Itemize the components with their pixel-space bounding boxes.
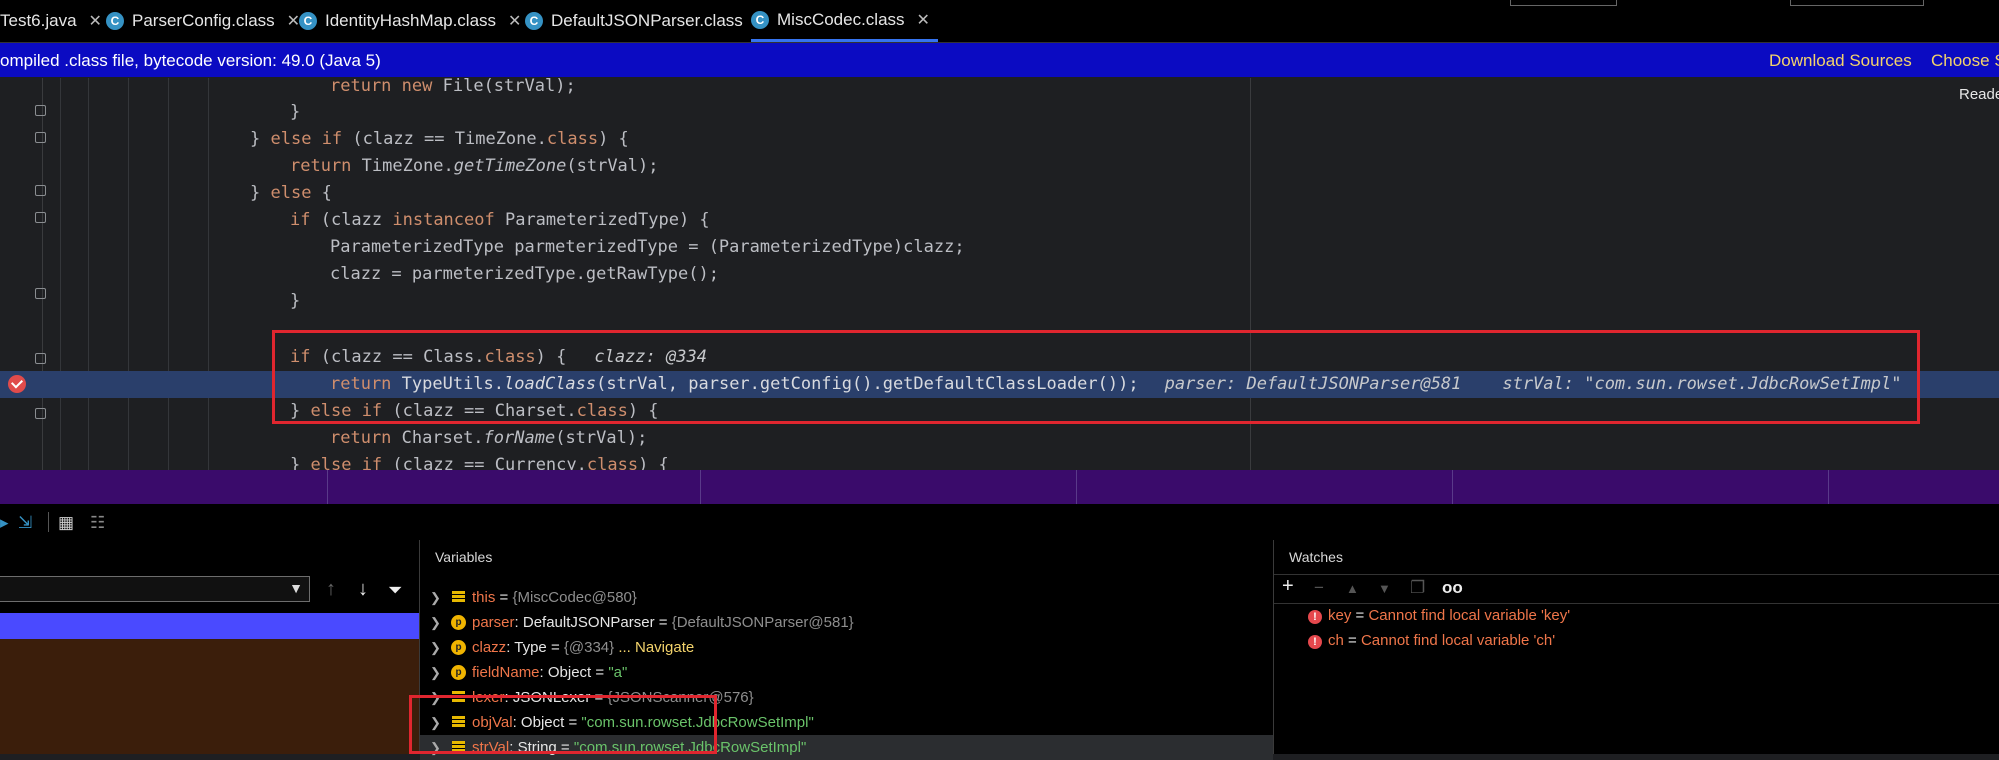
variable-row[interactable]: ❯ p parser: DefaultJSONParser = {Default… [420, 610, 1273, 635]
settings-list-icon[interactable]: ☷ [90, 513, 105, 533]
code-line: if (clazz instanceof ParameterizedType) … [290, 210, 710, 230]
move-up-icon[interactable]: ▲ [1346, 581, 1359, 596]
fold-marker-icon[interactable] [35, 288, 46, 299]
thread-selector[interactable]: ▼ [0, 576, 310, 602]
tab-parserconfig-class[interactable]: C ParserConfig.class ✕ [106, 0, 300, 42]
fold-marker-icon[interactable] [35, 105, 46, 116]
chevron-right-icon[interactable]: ❯ [430, 660, 441, 685]
filter-icon[interactable]: ⏷ [388, 580, 402, 601]
indent-guide [128, 78, 129, 470]
fold-marker-icon[interactable] [35, 408, 46, 419]
debug-toolbar: ▸ ⇲ ▦ ☷ [0, 504, 1999, 540]
variables-panel: Variables ❯ this = {MiscCodec@580} ❯ p p… [409, 540, 1274, 760]
code-line: clazz = parmeterizedType.getRawType(); [330, 264, 719, 284]
code-editor[interactable]: Reade return new File(strVal); } } else … [0, 78, 1999, 470]
fold-marker-icon[interactable] [35, 185, 46, 196]
variables-title: Variables [435, 549, 493, 565]
parameter-icon: p [451, 615, 466, 630]
breakpoint-icon[interactable] [8, 375, 26, 393]
code-line: ParameterizedType parmeterizedType = (Pa… [330, 237, 965, 257]
fold-marker-icon[interactable] [35, 212, 46, 223]
watches-title: Watches [1289, 549, 1343, 565]
class-file-icon: C [106, 12, 124, 30]
indent-guide [88, 78, 89, 470]
indent-guide [208, 78, 209, 470]
watch-row[interactable]: ! ch = Cannot find local variable 'ch' [1308, 632, 1555, 649]
highlight-box [409, 695, 717, 754]
add-watch-icon[interactable]: + [1282, 575, 1294, 598]
editor-bottom-strip [0, 470, 1999, 504]
run-to-cursor-icon[interactable]: ⇲ [18, 513, 32, 533]
glasses-icon[interactable]: oo [1442, 578, 1463, 598]
navigate-link[interactable]: ... Navigate [614, 639, 694, 656]
editor-tab-bar: Test6.java ✕ C ParserConfig.class ✕ C Id… [0, 0, 1999, 43]
selected-frame-row[interactable] [0, 613, 419, 639]
indent-guide [168, 78, 169, 470]
tab-label: MiscCodec.class [777, 9, 905, 29]
fold-marker-icon[interactable] [35, 132, 46, 143]
tab-label: ParserConfig.class [132, 11, 275, 30]
chevron-right-icon[interactable]: ❯ [430, 635, 441, 660]
highlight-box [272, 330, 1920, 424]
class-file-icon: C [299, 12, 317, 30]
tab-label: Test6.java [0, 11, 77, 30]
toolbar-button-edge[interactable] [1510, 0, 1617, 6]
tab-defaultjsonparser-class[interactable]: C DefaultJSONParser.class ✕ [525, 0, 768, 42]
close-icon[interactable]: ✕ [917, 10, 930, 30]
parameter-icon: p [451, 640, 466, 655]
code-line: } else { [250, 183, 332, 203]
reader-mode-label[interactable]: Reade [1959, 86, 1999, 103]
arrow-down-icon[interactable]: ↓ [358, 578, 368, 601]
indent-guide [60, 78, 61, 470]
close-icon[interactable]: ✕ [508, 11, 521, 31]
variable-row[interactable]: ❯ this = {MiscCodec@580} [420, 585, 1273, 610]
watch-row[interactable]: ! key = Cannot find local variable 'key' [1308, 607, 1570, 624]
tab-misccodec-class[interactable]: C MiscCodec.class ✕ [751, 0, 938, 42]
toolbar-button-edge[interactable] [1790, 0, 1924, 6]
code-line: } else if (clazz == TimeZone.class) { [250, 129, 629, 149]
code-line: } [290, 102, 301, 122]
move-down-icon[interactable]: ▼ [1378, 581, 1391, 596]
arrow-up-icon[interactable]: ↑ [326, 578, 336, 601]
class-file-icon: C [525, 12, 543, 30]
choose-sources-link[interactable]: Choose S [1931, 51, 1999, 71]
download-sources-link[interactable]: Download Sources [1769, 51, 1912, 71]
frame-list[interactable] [0, 639, 419, 754]
code-line: } [290, 291, 301, 311]
error-icon: ! [1308, 610, 1322, 624]
fold-marker-icon[interactable] [35, 353, 46, 364]
field-icon [452, 591, 465, 603]
code-line: } else if (clazz == Currency.class) { [290, 455, 669, 470]
tab-label: IdentityHashMap.class [325, 11, 497, 30]
error-icon: ! [1308, 635, 1322, 649]
variable-row[interactable]: ❯ p fieldName: Object = "a" [420, 660, 1273, 685]
variable-row[interactable]: ❯ p clazz: Type = {@334} ... Navigate [420, 635, 1273, 660]
tab-test6-java[interactable]: Test6.java ✕ [0, 0, 102, 42]
watches-toolbar: + − ▲ ▼ ❐ oo [1274, 574, 1999, 604]
close-icon[interactable]: ✕ [89, 11, 102, 31]
code-line: return Charset.forName(strVal); [330, 428, 648, 448]
step-icon[interactable]: ▸ [0, 513, 9, 533]
remove-watch-icon[interactable]: − [1314, 578, 1324, 598]
parameter-icon: p [451, 665, 466, 680]
code-line: return TimeZone.getTimeZone(strVal); [290, 156, 659, 176]
chevron-right-icon[interactable]: ❯ [430, 610, 441, 635]
banner-message: ompiled .class file, bytecode version: 4… [0, 51, 381, 70]
chevron-right-icon[interactable]: ❯ [430, 585, 441, 610]
tab-label: DefaultJSONParser.class [551, 11, 743, 30]
class-file-icon: C [751, 10, 769, 29]
code-line: return new File(strVal); [330, 78, 576, 96]
watches-panel: Watches + − ▲ ▼ ❐ oo ! key = Cannot find … [1274, 540, 1999, 754]
copy-icon[interactable]: ❐ [1410, 578, 1425, 598]
decompiled-banner: ompiled .class file, bytecode version: 4… [0, 43, 1999, 77]
tab-identityhashmap-class[interactable]: C IdentityHashMap.class ✕ [299, 0, 521, 42]
frames-panel: ▼ ↑ ↓ ⏷ [0, 540, 420, 754]
evaluate-table-icon[interactable]: ▦ [58, 513, 74, 533]
chevron-down-icon: ▼ [289, 580, 303, 596]
